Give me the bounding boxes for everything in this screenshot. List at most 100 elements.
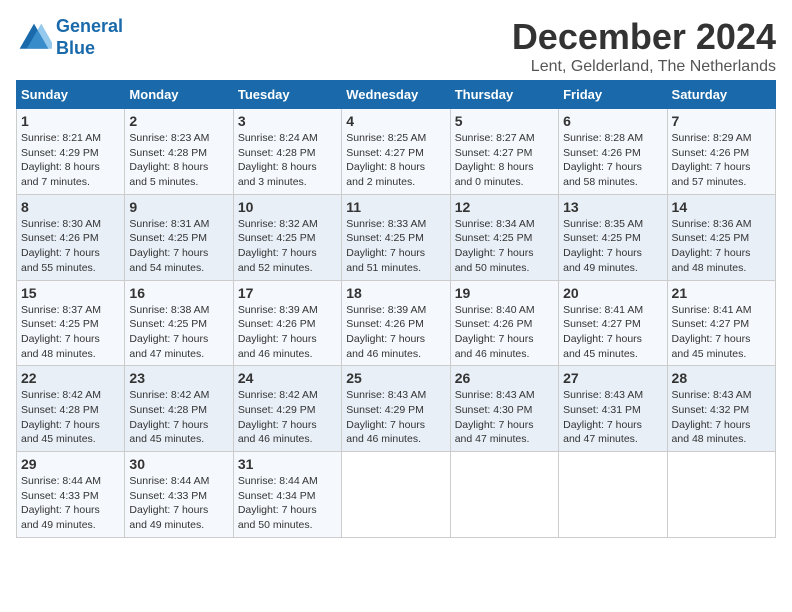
day-detail: Sunrise: 8:39 AMSunset: 4:26 PMDaylight:… xyxy=(238,303,337,362)
day-detail: Sunrise: 8:24 AMSunset: 4:28 PMDaylight:… xyxy=(238,131,337,190)
calendar-cell xyxy=(559,452,667,538)
calendar-cell: 19 Sunrise: 8:40 AMSunset: 4:26 PMDayligh… xyxy=(450,280,558,366)
calendar-cell: 9 Sunrise: 8:31 AMSunset: 4:25 PMDaylight… xyxy=(125,194,233,280)
day-number: 14 xyxy=(672,199,771,215)
logo: General Blue xyxy=(16,16,123,59)
day-number: 29 xyxy=(21,456,120,472)
calendar-cell: 29 Sunrise: 8:44 AMSunset: 4:33 PMDayligh… xyxy=(17,452,125,538)
col-header-monday: Monday xyxy=(125,81,233,109)
calendar-cell: 6 Sunrise: 8:28 AMSunset: 4:26 PMDaylight… xyxy=(559,109,667,195)
day-detail: Sunrise: 8:40 AMSunset: 4:26 PMDaylight:… xyxy=(455,303,554,362)
day-number: 7 xyxy=(672,113,771,129)
day-number: 5 xyxy=(455,113,554,129)
day-detail: Sunrise: 8:32 AMSunset: 4:25 PMDaylight:… xyxy=(238,217,337,276)
day-number: 15 xyxy=(21,285,120,301)
day-number: 31 xyxy=(238,456,337,472)
day-detail: Sunrise: 8:43 AMSunset: 4:30 PMDaylight:… xyxy=(455,388,554,447)
day-detail: Sunrise: 8:43 AMSunset: 4:31 PMDaylight:… xyxy=(563,388,662,447)
calendar-cell: 20 Sunrise: 8:41 AMSunset: 4:27 PMDayligh… xyxy=(559,280,667,366)
calendar-table: SundayMondayTuesdayWednesdayThursdayFrid… xyxy=(16,80,776,538)
calendar-cell: 24 Sunrise: 8:42 AMSunset: 4:29 PMDayligh… xyxy=(233,366,341,452)
calendar-cell: 18 Sunrise: 8:39 AMSunset: 4:26 PMDayligh… xyxy=(342,280,450,366)
calendar-cell: 10 Sunrise: 8:32 AMSunset: 4:25 PMDayligh… xyxy=(233,194,341,280)
col-header-sunday: Sunday xyxy=(17,81,125,109)
day-number: 11 xyxy=(346,199,445,215)
day-number: 10 xyxy=(238,199,337,215)
calendar-cell: 30Sunrise: 8:44 AMSunset: 4:33 PMDayligh… xyxy=(125,452,233,538)
subtitle: Lent, Gelderland, The Netherlands xyxy=(512,58,776,76)
calendar-cell: 25 Sunrise: 8:43 AMSunset: 4:29 PMDayligh… xyxy=(342,366,450,452)
day-number: 19 xyxy=(455,285,554,301)
calendar-cell: 4 Sunrise: 8:25 AMSunset: 4:27 PMDaylight… xyxy=(342,109,450,195)
day-number: 20 xyxy=(563,285,662,301)
day-detail: Sunrise: 8:44 AMSunset: 4:33 PMDaylight:… xyxy=(129,474,228,533)
calendar-cell: 11Sunrise: 8:33 AMSunset: 4:25 PMDayligh… xyxy=(342,194,450,280)
calendar-cell: 1 Sunrise: 8:21 AMSunset: 4:29 PMDaylight… xyxy=(17,109,125,195)
calendar-cell: 28 Sunrise: 8:43 AMSunset: 4:32 PMDayligh… xyxy=(667,366,775,452)
day-detail: Sunrise: 8:42 AMSunset: 4:29 PMDaylight:… xyxy=(238,388,337,447)
day-number: 12 xyxy=(455,199,554,215)
day-detail: Sunrise: 8:43 AMSunset: 4:32 PMDaylight:… xyxy=(672,388,771,447)
day-number: 18 xyxy=(346,285,445,301)
day-detail: Sunrise: 8:39 AMSunset: 4:26 PMDaylight:… xyxy=(346,303,445,362)
calendar-cell: 7 Sunrise: 8:29 AMSunset: 4:26 PMDaylight… xyxy=(667,109,775,195)
day-detail: Sunrise: 8:25 AMSunset: 4:27 PMDaylight:… xyxy=(346,131,445,190)
day-number: 3 xyxy=(238,113,337,129)
day-number: 2 xyxy=(129,113,228,129)
day-number: 9 xyxy=(129,199,228,215)
day-detail: Sunrise: 8:37 AMSunset: 4:25 PMDaylight:… xyxy=(21,303,120,362)
day-detail: Sunrise: 8:38 AMSunset: 4:25 PMDaylight:… xyxy=(129,303,228,362)
calendar-cell xyxy=(342,452,450,538)
day-detail: Sunrise: 8:30 AMSunset: 4:26 PMDaylight:… xyxy=(21,217,120,276)
calendar-cell: 3 Sunrise: 8:24 AMSunset: 4:28 PMDaylight… xyxy=(233,109,341,195)
col-header-tuesday: Tuesday xyxy=(233,81,341,109)
calendar-cell: 8Sunrise: 8:30 AMSunset: 4:26 PMDaylight… xyxy=(17,194,125,280)
col-header-saturday: Saturday xyxy=(667,81,775,109)
day-detail: Sunrise: 8:28 AMSunset: 4:26 PMDaylight:… xyxy=(563,131,662,190)
calendar-cell: 26 Sunrise: 8:43 AMSunset: 4:30 PMDayligh… xyxy=(450,366,558,452)
day-number: 1 xyxy=(21,113,120,129)
day-detail: Sunrise: 8:23 AMSunset: 4:28 PMDaylight:… xyxy=(129,131,228,190)
col-header-wednesday: Wednesday xyxy=(342,81,450,109)
calendar-cell: 17Sunrise: 8:39 AMSunset: 4:26 PMDayligh… xyxy=(233,280,341,366)
calendar-cell: 21 Sunrise: 8:41 AMSunset: 4:27 PMDayligh… xyxy=(667,280,775,366)
day-number: 6 xyxy=(563,113,662,129)
logo-icon xyxy=(16,20,52,56)
col-header-friday: Friday xyxy=(559,81,667,109)
day-detail: Sunrise: 8:44 AMSunset: 4:33 PMDaylight:… xyxy=(21,474,120,533)
calendar-cell: 16Sunrise: 8:38 AMSunset: 4:25 PMDayligh… xyxy=(125,280,233,366)
calendar-cell: 14 Sunrise: 8:36 AMSunset: 4:25 PMDayligh… xyxy=(667,194,775,280)
day-detail: Sunrise: 8:42 AMSunset: 4:28 PMDaylight:… xyxy=(129,388,228,447)
calendar-cell xyxy=(667,452,775,538)
day-detail: Sunrise: 8:29 AMSunset: 4:26 PMDaylight:… xyxy=(672,131,771,190)
day-detail: Sunrise: 8:41 AMSunset: 4:27 PMDaylight:… xyxy=(563,303,662,362)
title-area: December 2024 Lent, Gelderland, The Neth… xyxy=(512,16,776,76)
calendar-cell: 12 Sunrise: 8:34 AMSunset: 4:25 PMDayligh… xyxy=(450,194,558,280)
logo-general: General xyxy=(56,16,123,36)
day-number: 13 xyxy=(563,199,662,215)
calendar-cell: 27Sunrise: 8:43 AMSunset: 4:31 PMDayligh… xyxy=(559,366,667,452)
calendar-cell: 15 Sunrise: 8:37 AMSunset: 4:25 PMDayligh… xyxy=(17,280,125,366)
calendar-cell: 22Sunrise: 8:42 AMSunset: 4:28 PMDayligh… xyxy=(17,366,125,452)
logo-blue: Blue xyxy=(56,38,95,58)
day-detail: Sunrise: 8:36 AMSunset: 4:25 PMDaylight:… xyxy=(672,217,771,276)
calendar-cell: 31 Sunrise: 8:44 AMSunset: 4:34 PMDayligh… xyxy=(233,452,341,538)
day-detail: Sunrise: 8:43 AMSunset: 4:29 PMDaylight:… xyxy=(346,388,445,447)
day-number: 4 xyxy=(346,113,445,129)
day-number: 21 xyxy=(672,285,771,301)
day-detail: Sunrise: 8:44 AMSunset: 4:34 PMDaylight:… xyxy=(238,474,337,533)
day-number: 26 xyxy=(455,370,554,386)
calendar-cell: 23Sunrise: 8:42 AMSunset: 4:28 PMDayligh… xyxy=(125,366,233,452)
day-number: 28 xyxy=(672,370,771,386)
day-number: 22 xyxy=(21,370,120,386)
day-detail: Sunrise: 8:41 AMSunset: 4:27 PMDaylight:… xyxy=(672,303,771,362)
day-number: 24 xyxy=(238,370,337,386)
day-detail: Sunrise: 8:21 AMSunset: 4:29 PMDaylight:… xyxy=(21,131,120,190)
calendar-cell: 5Sunrise: 8:27 AMSunset: 4:27 PMDaylight… xyxy=(450,109,558,195)
day-detail: Sunrise: 8:31 AMSunset: 4:25 PMDaylight:… xyxy=(129,217,228,276)
day-number: 25 xyxy=(346,370,445,386)
main-title: December 2024 xyxy=(512,16,776,58)
day-detail: Sunrise: 8:35 AMSunset: 4:25 PMDaylight:… xyxy=(563,217,662,276)
day-detail: Sunrise: 8:34 AMSunset: 4:25 PMDaylight:… xyxy=(455,217,554,276)
header: General Blue December 2024 Lent, Gelderl… xyxy=(16,16,776,76)
